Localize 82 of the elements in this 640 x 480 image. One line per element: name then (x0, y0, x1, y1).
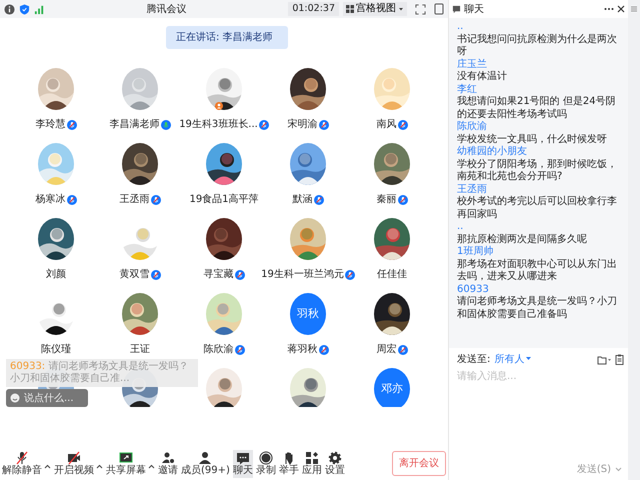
participant-name: 19生科3班班长... (179, 118, 258, 131)
meeting-timer: 01:02:37 (288, 2, 339, 16)
clipboard-icon[interactable] (615, 354, 624, 365)
chat-message: 学校发统一文具吗，什么时候发呀 (457, 134, 608, 146)
fullscreen-icon[interactable] (415, 4, 426, 14)
participant-name: 宋明渝 (288, 118, 318, 131)
sender-name: 李红 (457, 84, 478, 96)
close-icon[interactable] (617, 5, 625, 13)
send-to-label: 发送至: (457, 353, 490, 367)
participant-name: 李玲慧 (36, 118, 66, 131)
toolbar-button[interactable]: 成员(99+) (181, 450, 230, 478)
window-title: 腾讯会议 (146, 2, 188, 16)
participant-name: 秦丽 (376, 193, 396, 206)
caret-icon[interactable] (44, 464, 51, 469)
avatar: 羽秋 (290, 293, 326, 335)
participant-name: 蒋羽秋 (288, 343, 318, 356)
sender-name: .. (457, 21, 464, 34)
toolbar-button[interactable]: 举手 (278, 450, 299, 478)
participant-name: 杨寒冰 (36, 193, 66, 206)
sender-name: 幼稚园的小朋友 (457, 146, 528, 158)
chat-message: 那考场在对面职教中心可以从东门出去吗，进来又从哪进来 (457, 258, 618, 284)
view-button[interactable]: 宫格视图 (343, 2, 407, 16)
camera-icon (67, 451, 81, 465)
toolbar-button[interactable]: 开启视频 (54, 450, 103, 478)
toolbar-button[interactable]: 应用 (302, 450, 322, 478)
participant-name: 黄双雪 (120, 268, 150, 281)
participant-name: 任佳佳 (377, 268, 407, 281)
info-icon[interactable] (4, 4, 15, 14)
chat-message: 学校分了阴阳考场，那到时候吃饭，南苑和北苑也会分开吗? (457, 158, 618, 184)
recipient-dropdown[interactable]: 所有人 (494, 352, 532, 367)
toolbar-button[interactable]: 邀请 (158, 450, 178, 478)
sender-name: 王丞雨 (457, 184, 488, 196)
participant-name: 周宏 (376, 343, 396, 356)
more-icon[interactable] (604, 7, 614, 11)
settings-icon (328, 451, 342, 465)
participant-name: 默涵 (292, 193, 312, 206)
participant-name: 陈仪瑾 (41, 343, 71, 356)
chat-popup-message: 60933: 请问老师考场文具是统一发吗？小刀和固体胶需要自己准... (6, 359, 198, 387)
sender-name: 60933 (457, 284, 490, 296)
grid-icon (346, 5, 354, 13)
caret-icon[interactable] (96, 464, 103, 469)
shield-icon[interactable] (19, 4, 30, 14)
participant-name: 刘颜 (46, 268, 66, 281)
chat-icon (452, 4, 461, 14)
sender-name: 1班周帅 (457, 246, 494, 258)
chat-message: 那抗原检测两次是间隔多久呢 (457, 234, 588, 246)
chat-message: 我想请问如果21号阳的 但是24号阴的还要去阳性考场考试吗 (457, 96, 617, 121)
chat-icon (236, 451, 250, 465)
microphone-icon (15, 451, 29, 465)
participant-name: 19生科一班兰鸿元 (261, 268, 344, 281)
chat-message: 请问老师考场文具是统一发吗？小刀和固体胶需要自己准备吗 (457, 296, 618, 321)
screen-icon (119, 451, 133, 465)
sender-name: 陈欣渝 (457, 121, 488, 134)
apps-icon (304, 451, 319, 465)
folder-icon[interactable] (597, 354, 611, 364)
chat-message: 书记我想问问抗原检测为什么是两次呀 (457, 34, 618, 58)
avatar: 邓亦 (374, 368, 410, 407)
participant-name: 寻宝藏 (204, 268, 234, 281)
smile-icon (10, 393, 20, 403)
participant-name: 南风 (376, 118, 396, 131)
record-icon (258, 451, 273, 465)
participant-name: 陈欣渝 (204, 343, 234, 356)
speaking-banner: 正在讲话: 李昌满老师 (166, 26, 288, 49)
toolbar-button[interactable]: 聊天 (232, 450, 253, 478)
person-plus-icon (161, 451, 175, 465)
participant-name: 19食品1高平萍 (189, 193, 259, 206)
toolbar-button[interactable]: 录制 (256, 450, 276, 478)
toolbar-button[interactable]: 共享屏幕 (106, 450, 155, 478)
toolbar-button[interactable]: 设置 (324, 450, 345, 478)
participant-name: 王丞雨 (120, 193, 150, 206)
participant-name: 李昌满老师 (110, 118, 160, 131)
caret-icon (398, 6, 404, 12)
participant-name: 王证 (130, 343, 150, 356)
sender-name: .. (457, 221, 464, 234)
leave-button[interactable]: 离开会议 (392, 451, 446, 476)
panel-title: 聊天 (464, 2, 484, 16)
caret-icon[interactable] (148, 464, 155, 469)
chat-message: 没有体温计 (457, 71, 508, 84)
sender-name: 庄玉兰 (457, 58, 488, 71)
chat-message: 校外考试的考完以后可以回校拿行李再回家吗 (457, 196, 618, 221)
toolbar-button[interactable]: 解除静音 (2, 450, 51, 478)
layout-icon[interactable] (434, 3, 444, 15)
